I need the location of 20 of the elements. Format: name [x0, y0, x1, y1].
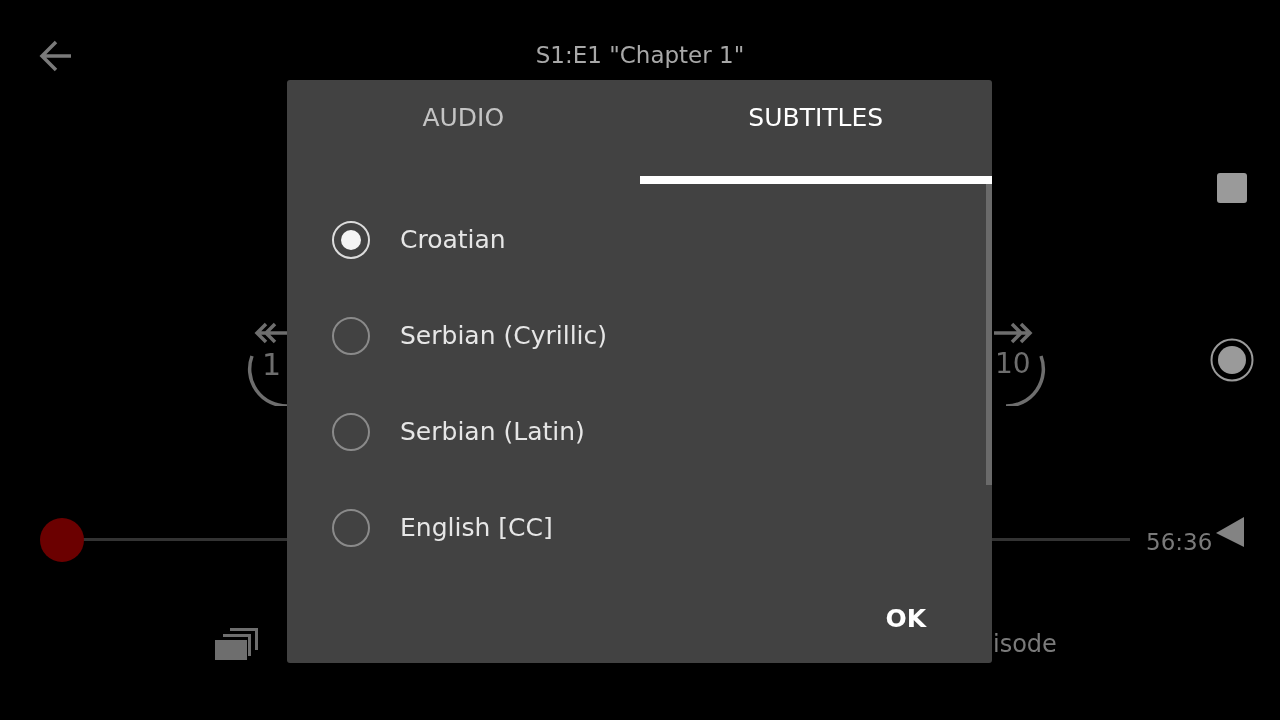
option-label[interactable]: Croatian [400, 221, 506, 259]
back-arrow-icon[interactable] [39, 39, 73, 73]
time-remaining: 56:36 [1146, 528, 1213, 557]
progress-thumb[interactable] [40, 518, 84, 562]
radio-button[interactable] [332, 413, 370, 451]
scrollbar[interactable] [986, 184, 992, 485]
option-label[interactable]: Serbian (Cyrillic) [400, 317, 608, 355]
rewind-seconds: 1 [262, 350, 282, 380]
ok-button[interactable]: OK [885, 599, 926, 637]
forward-seconds: 10 [995, 350, 1031, 378]
back-triangle-icon[interactable] [1215, 516, 1245, 548]
radio-button[interactable] [332, 509, 370, 547]
dialog-tab[interactable]: SUBTITLES [639, 80, 992, 184]
option-label[interactable]: English [CC] [400, 509, 553, 547]
dialog-tab[interactable]: AUDIO [287, 80, 640, 184]
home-icon[interactable] [1210, 338, 1254, 382]
radio-button[interactable] [332, 317, 370, 355]
next-episode-label[interactable]: isode [993, 626, 1057, 662]
episode-title: S1:E1 "Chapter 1" [535, 41, 745, 70]
option-label[interactable]: Serbian (Latin) [400, 413, 585, 451]
